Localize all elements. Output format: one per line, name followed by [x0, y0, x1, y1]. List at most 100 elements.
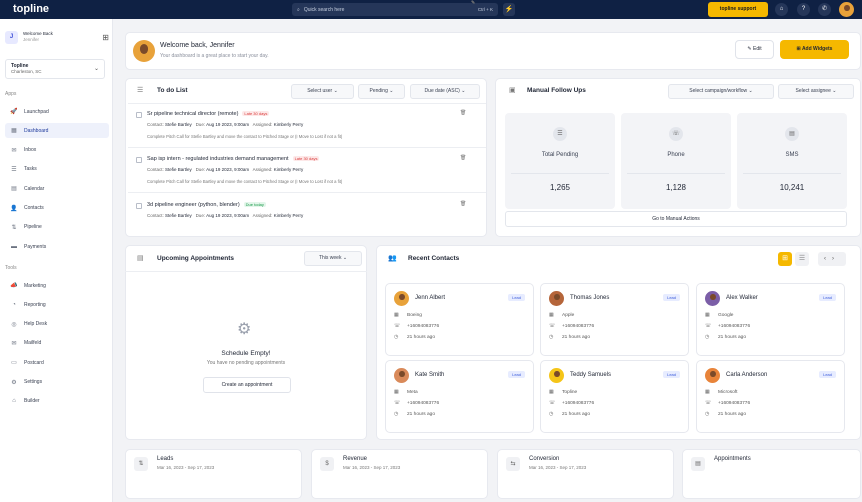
list-view-button[interactable]: ☰	[795, 252, 809, 266]
edit-button[interactable]: ✎ Edit	[735, 40, 774, 59]
contact-phone-row: ☏ +16094083776	[705, 324, 750, 329]
assigned-label: Assigned:	[252, 167, 273, 172]
task-checkbox[interactable]	[136, 203, 142, 209]
contact-phone[interactable]: +16094083776	[407, 401, 439, 406]
avatar	[394, 368, 409, 383]
contact-time-row: ◷ 21 hours ago	[549, 335, 590, 340]
followup-label: SMS	[785, 152, 799, 158]
phone-icon[interactable]: ✆	[818, 3, 831, 16]
sidebar-item-help-desk[interactable]: ◎ Help Desk	[5, 317, 109, 332]
location-switcher[interactable]: Topline Charleston, SC ⌄	[5, 59, 105, 79]
sidebar-item-builder[interactable]: ⌂ Builder	[5, 394, 109, 409]
contact-card[interactable]: Thomas Jones Lead ▦ Apple ☏ +16094083776 ◷…	[540, 283, 689, 356]
person-icon: ▣	[509, 87, 516, 94]
sidebar-item-tasks[interactable]: ☰ Tasks	[5, 162, 109, 177]
welcome-subtitle: Your dashboard is a great place to start…	[160, 53, 269, 59]
help-desk-icon: ◎	[11, 321, 17, 328]
building-icon: ▦	[549, 313, 554, 318]
task-checkbox[interactable]	[136, 157, 142, 163]
bolt-icon[interactable]: ⚡	[503, 3, 515, 16]
avatar	[394, 291, 409, 306]
sidebar-item-calendar[interactable]: ▤ Calendar	[5, 181, 109, 196]
go-to-manual-actions-button[interactable]: Go to Manual Actions	[505, 211, 847, 227]
week-dropdown[interactable]: This week ⌄	[304, 251, 362, 266]
task-title[interactable]: Sap isp intern - regulated industries de…	[147, 156, 320, 162]
apps-section-label: Apps	[5, 91, 17, 97]
sidebar-item-mailfeld[interactable]: ✉ Mailfeld	[5, 336, 109, 351]
contact-phone[interactable]: +16094083776	[407, 324, 439, 329]
contact-card[interactable]: Teddy Samuels Lead ▦ Topline ☏ +1609408377…	[540, 360, 689, 433]
add-widgets-button[interactable]: ⊞ Add Widgets	[780, 40, 849, 59]
sidebar-user[interactable]: J Welcome Back Jennifer ⊞	[5, 27, 109, 47]
payments-icon: ▬	[11, 243, 17, 250]
sidebar-item-payments[interactable]: ▬ Payments	[5, 239, 109, 254]
app-logo[interactable]: topline	[13, 3, 49, 15]
user-avatar[interactable]	[839, 2, 854, 17]
contact-card[interactable]: Kate Smith Lead ▦ Meta ☏ +16094083776 ◷ 21 …	[385, 360, 534, 433]
contact-name[interactable]: Thomas Jones	[570, 295, 609, 301]
contact-name[interactable]: Kate Smith	[415, 372, 444, 378]
grid-view-button[interactable]: ⊞	[778, 252, 792, 266]
sidebar-item-label: Dashboard	[24, 127, 49, 134]
sidebar-item-pipeline[interactable]: ⇅ Pipeline	[5, 220, 109, 235]
contact-name[interactable]: Teddy Samuels	[570, 372, 611, 378]
task-contact[interactable]: Stefie Bartley	[165, 167, 192, 172]
followup-box-sms[interactable]: ▤ SMS 10,241	[737, 113, 847, 209]
sidebar-item-launchpad[interactable]: 🚀 Launchpad	[5, 104, 109, 119]
assignee-dropdown[interactable]: Select assignee ⌄	[778, 84, 854, 99]
notification-icon[interactable]: ⌂	[775, 3, 788, 16]
delete-icon[interactable]: 🗑	[460, 155, 466, 161]
search-box[interactable]: ⌕ Quick search here Ctrl + K	[292, 3, 498, 16]
status-dropdown[interactable]: Pending ⌄	[358, 84, 405, 99]
task-contact[interactable]: Stefie Bartley	[165, 122, 192, 127]
task-contact[interactable]: Stefie Bartley	[165, 213, 192, 218]
empty-subtitle: You have no pending appointments	[206, 360, 286, 366]
contact-time-row: ◷ 21 hours ago	[705, 335, 746, 340]
sidebar-item-marketing[interactable]: 📣 Marketing	[5, 278, 109, 293]
contact-company-row: ▦ Topline	[549, 390, 577, 395]
sidebar-item-inbox[interactable]: ✉ Inbox	[5, 143, 109, 158]
sidebar-item-label: Contacts	[24, 205, 44, 211]
stat-icon: ⇅	[134, 457, 148, 471]
settings-icon: ⚙	[11, 379, 17, 386]
help-icon[interactable]: ?	[797, 3, 810, 16]
contact-card[interactable]: Jenn Albert Lead ▦ Boeing ☏ +16094083776 ◷…	[385, 283, 534, 356]
select-user-dropdown[interactable]: Select user ⌄	[291, 84, 354, 99]
contact-phone[interactable]: +16094083776	[718, 401, 750, 406]
sidebar-item-settings[interactable]: ⚙ Settings	[5, 375, 109, 390]
pagination-arrows[interactable]: ‹›	[818, 252, 846, 266]
contact-phone[interactable]: +16094083776	[718, 324, 750, 329]
contact-name[interactable]: Jenn Albert	[415, 295, 445, 301]
delete-icon[interactable]: 🗑	[460, 110, 466, 116]
sidebar-item-label: Pipeline	[24, 224, 42, 231]
campaign-dropdown[interactable]: Select campaign/workflow ⌄	[668, 84, 774, 99]
pencil-icon[interactable]: ✎	[471, 0, 475, 6]
sidebar-item-dashboard[interactable]: ▦ Dashboard	[5, 123, 109, 139]
status-label: Pending	[369, 88, 388, 94]
create-appointment-button[interactable]: Create an appointment	[203, 377, 291, 393]
contact-phone[interactable]: +16094083776	[562, 324, 594, 329]
contact-name[interactable]: Carla Anderson	[726, 372, 767, 378]
contact-card[interactable]: Carla Anderson Lead ▦ Microsoft ☏ +1609408…	[696, 360, 845, 433]
delete-icon[interactable]: 🗑	[460, 201, 466, 207]
followup-box-total-pending[interactable]: ☰ Total Pending 1,265	[505, 113, 615, 209]
task-title[interactable]: 3d pipeline engineer (python, blender) Du…	[147, 202, 266, 208]
divider	[743, 173, 841, 174]
task-title[interactable]: Sr pipeline technical director (remote) L…	[147, 111, 270, 117]
contact-card[interactable]: Alex Walker Lead ▦ Google ☏ +16094083776 ◷…	[696, 283, 845, 356]
task-checkbox[interactable]	[136, 112, 142, 118]
assigned-label: Assigned:	[252, 213, 273, 218]
support-button[interactable]: topline support	[708, 2, 768, 17]
grid-icon[interactable]: ⊞	[102, 33, 109, 42]
contact-phone[interactable]: +16094083776	[562, 401, 594, 406]
followup-box-phone[interactable]: ☏ Phone 1,128	[621, 113, 731, 209]
tools-section-label: Tools	[5, 265, 17, 271]
sort-dropdown[interactable]: Due date (ASC) ⌄	[410, 84, 480, 99]
followup-value: 10,241	[779, 183, 805, 192]
sidebar-item-contacts[interactable]: 👤 Contacts	[5, 201, 109, 216]
sidebar-item-postcard[interactable]: ▭ Postcard	[5, 355, 109, 370]
sidebar-item-reporting[interactable]: ◔ Reporting	[5, 297, 109, 312]
sidebar-item-label: Calendar	[24, 185, 45, 192]
contact-name[interactable]: Alex Walker	[726, 295, 758, 301]
followup-label: Phone	[667, 152, 685, 158]
